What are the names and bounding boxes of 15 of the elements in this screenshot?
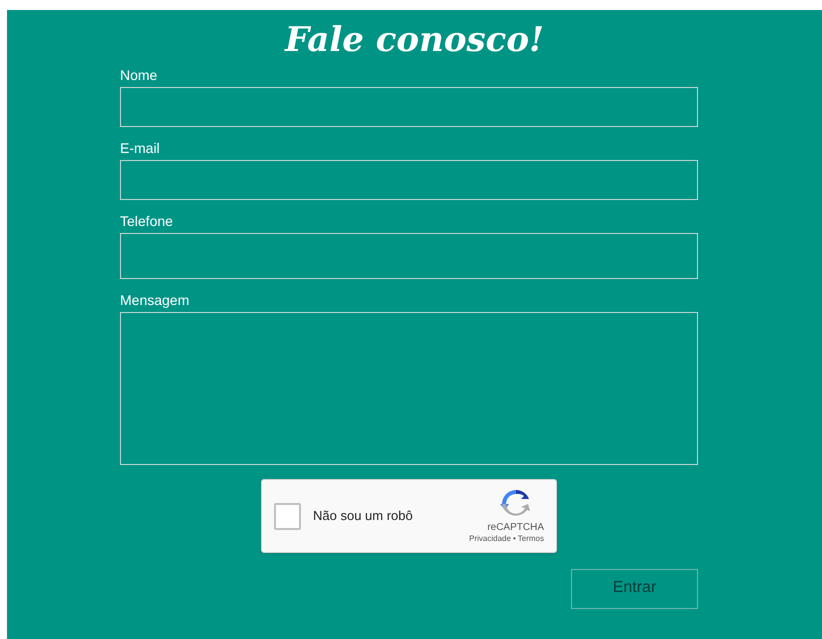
link-separator: •	[512, 534, 516, 544]
field-label: Telefone	[120, 212, 174, 230]
captcha-label: Não sou um robô	[313, 507, 413, 526]
input-field[interactable]	[120, 233, 698, 279]
input-field[interactable]	[120, 160, 698, 200]
field-label: Nome	[120, 66, 158, 84]
privacy-link[interactable]: Privacidade	[469, 534, 511, 544]
field-label: Mensagem	[120, 291, 190, 309]
page-title: Fale conosco!	[285, 19, 544, 62]
captcha-brand: reCAPTCHA	[487, 522, 544, 534]
terms-link[interactable]: Termos	[518, 534, 544, 544]
captcha-checkbox[interactable]	[274, 502, 301, 530]
field-label: E-mail	[120, 139, 161, 157]
message-field[interactable]	[120, 312, 698, 465]
input-field[interactable]	[120, 87, 698, 127]
